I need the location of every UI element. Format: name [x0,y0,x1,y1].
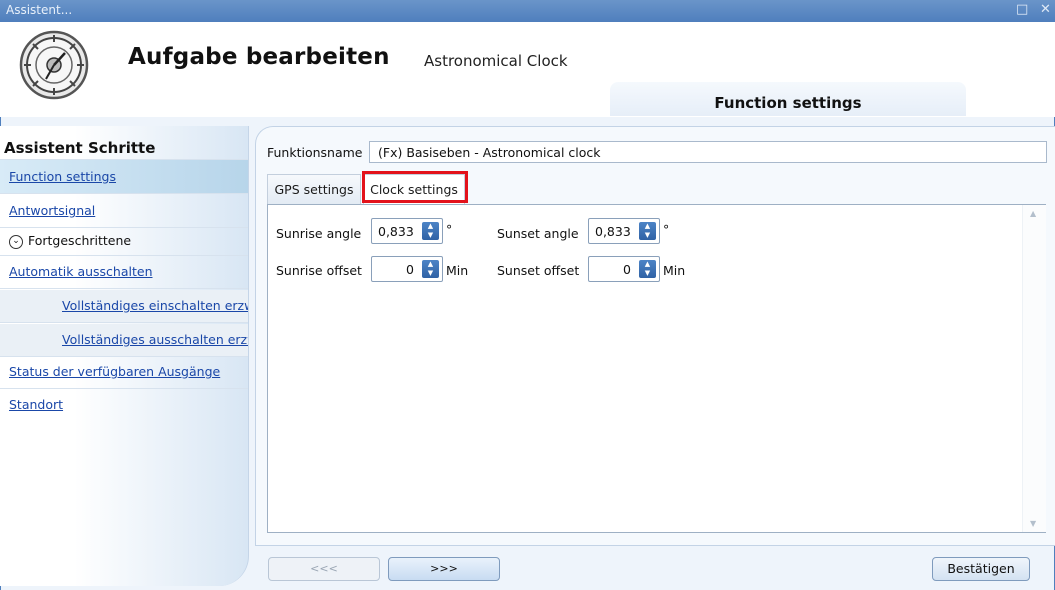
confirm-button[interactable]: Bestätigen [932,557,1030,581]
divider [0,227,248,228]
sidebar-item-antwortsignal[interactable]: Antwortsignal [0,196,248,226]
sidebar-item-vollstaendiges-einschalten[interactable]: Vollständiges einschalten erzw [0,290,248,322]
sidebar-item-standort[interactable]: Standort [0,391,248,419]
spin-arrows-icon[interactable]: ▲ ▼ [422,222,439,240]
scroll-up-icon[interactable]: ▲ [1030,209,1036,218]
sunset-offset-spinner[interactable]: 0 ▲ ▼ [588,256,660,282]
tab-function-settings[interactable]: Function settings [610,82,966,116]
sunset-offset-label: Sunset offset [497,263,580,278]
sunset-angle-value: 0,833 [595,224,631,239]
sunrise-offset-value: 0 [406,262,414,277]
tab-gps-settings[interactable]: GPS settings [267,174,361,204]
close-icon[interactable]: ✕ [1040,2,1051,17]
sunset-angle-label: Sunset angle [497,226,579,241]
vertical-scrollbar[interactable]: ▲ ▼ [1022,205,1046,532]
next-button[interactable]: >>> [388,557,500,581]
divider [0,255,248,256]
sunrise-offset-label: Sunrise offset [276,263,362,278]
page-title: Aufgabe bearbeiten [128,44,390,70]
divider [0,388,248,389]
window-title: Assistent... [6,3,73,17]
spin-arrows-icon[interactable]: ▲ ▼ [639,222,656,240]
spin-arrows-icon[interactable]: ▲ ▼ [639,260,656,278]
sunset-offset-unit: Min [663,263,686,278]
spin-arrows-icon[interactable]: ▲ ▼ [422,260,439,278]
function-name-input[interactable]: (Fx) Basiseben - Astronomical clock [369,141,1047,163]
divider [0,288,248,289]
function-name-label: Funktionsname [267,145,363,160]
maximize-icon[interactable]: □ [1016,2,1028,17]
highlight-box [362,171,468,203]
sunrise-offset-unit: Min [446,263,469,278]
sidebar-heading: Assistent Schritte [4,139,156,157]
astronomical-clock-logo-icon [19,30,89,100]
divider [0,356,248,357]
divider [0,193,248,194]
chevron-down-circle-icon: ⌄ [9,234,23,249]
sunset-offset-value: 0 [623,262,631,277]
sunrise-offset-spinner[interactable]: 0 ▲ ▼ [371,256,443,282]
sidebar-item-function-settings[interactable]: Function settings [0,160,248,193]
page-subtitle: Astronomical Clock [424,52,568,70]
sidebar-expander-fortgeschrittene[interactable]: ⌄ Fortgeschrittene [9,233,131,249]
sidebar-item-automatik-ausschalten[interactable]: Automatik ausschalten [0,258,248,286]
sunrise-angle-label: Sunrise angle [276,226,362,241]
sidebar-item-status-ausgaenge[interactable]: Status der verfügbaren Ausgänge [0,358,248,386]
sunrise-angle-value: 0,833 [378,224,414,239]
expander-label: Fortgeschrittene [28,233,132,248]
window-titlebar: Assistent... □ ✕ [0,0,1055,22]
back-button[interactable]: <<< [268,557,380,581]
sunset-angle-spinner[interactable]: 0,833 ▲ ▼ [588,218,660,244]
clock-settings-panel [267,204,1046,533]
sunrise-angle-unit: ° [446,222,453,237]
sunrise-angle-spinner[interactable]: 0,833 ▲ ▼ [371,218,443,244]
divider [0,322,248,323]
sidebar-item-vollstaendiges-ausschalten[interactable]: Vollständiges ausschalten erzw [0,324,248,356]
scroll-down-icon[interactable]: ▼ [1030,519,1036,528]
sunset-angle-unit: ° [663,222,670,237]
